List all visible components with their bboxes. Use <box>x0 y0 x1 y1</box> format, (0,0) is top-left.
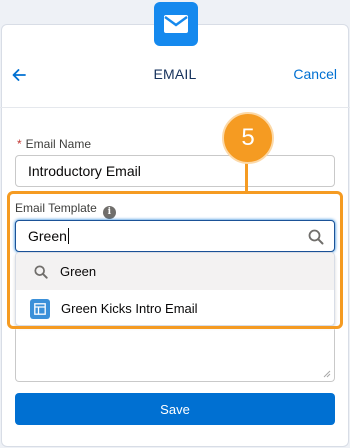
search-input-value: Green <box>28 228 67 244</box>
info-icon[interactable]: i <box>102 206 116 219</box>
callout-connector <box>245 160 248 192</box>
text-caret <box>67 228 69 244</box>
email-template-label: Email Template i <box>15 201 116 219</box>
required-mark: * <box>17 137 22 151</box>
envelope-icon <box>154 2 198 46</box>
dropdown-item-search[interactable]: Green <box>16 253 334 290</box>
resize-handle-icon[interactable] <box>323 370 331 378</box>
email-name-field[interactable]: Introductory Email <box>15 155 335 187</box>
email-template-label-text: Email Template <box>15 201 97 215</box>
email-body-textarea[interactable] <box>15 326 335 382</box>
email-name-value: Introductory Email <box>28 163 141 179</box>
callout-step-badge: 5 <box>222 112 274 164</box>
search-icon[interactable] <box>308 229 324 245</box>
dropdown-item-template[interactable]: Green Kicks Intro Email <box>16 290 334 325</box>
save-button[interactable]: Save <box>15 393 335 425</box>
cancel-button[interactable]: Cancel <box>293 66 337 82</box>
email-template-icon <box>30 298 50 319</box>
email-name-label-text: Email Name <box>25 137 92 151</box>
email-name-label: * Email Name <box>17 137 91 151</box>
dropdown-item-label: Green <box>60 264 97 279</box>
dropdown-item-label: Green Kicks Intro Email <box>61 301 198 316</box>
email-template-search-input[interactable]: Green <box>15 220 335 252</box>
search-icon <box>34 264 48 279</box>
template-dropdown: Green Green Kicks Intro Email <box>15 252 335 326</box>
